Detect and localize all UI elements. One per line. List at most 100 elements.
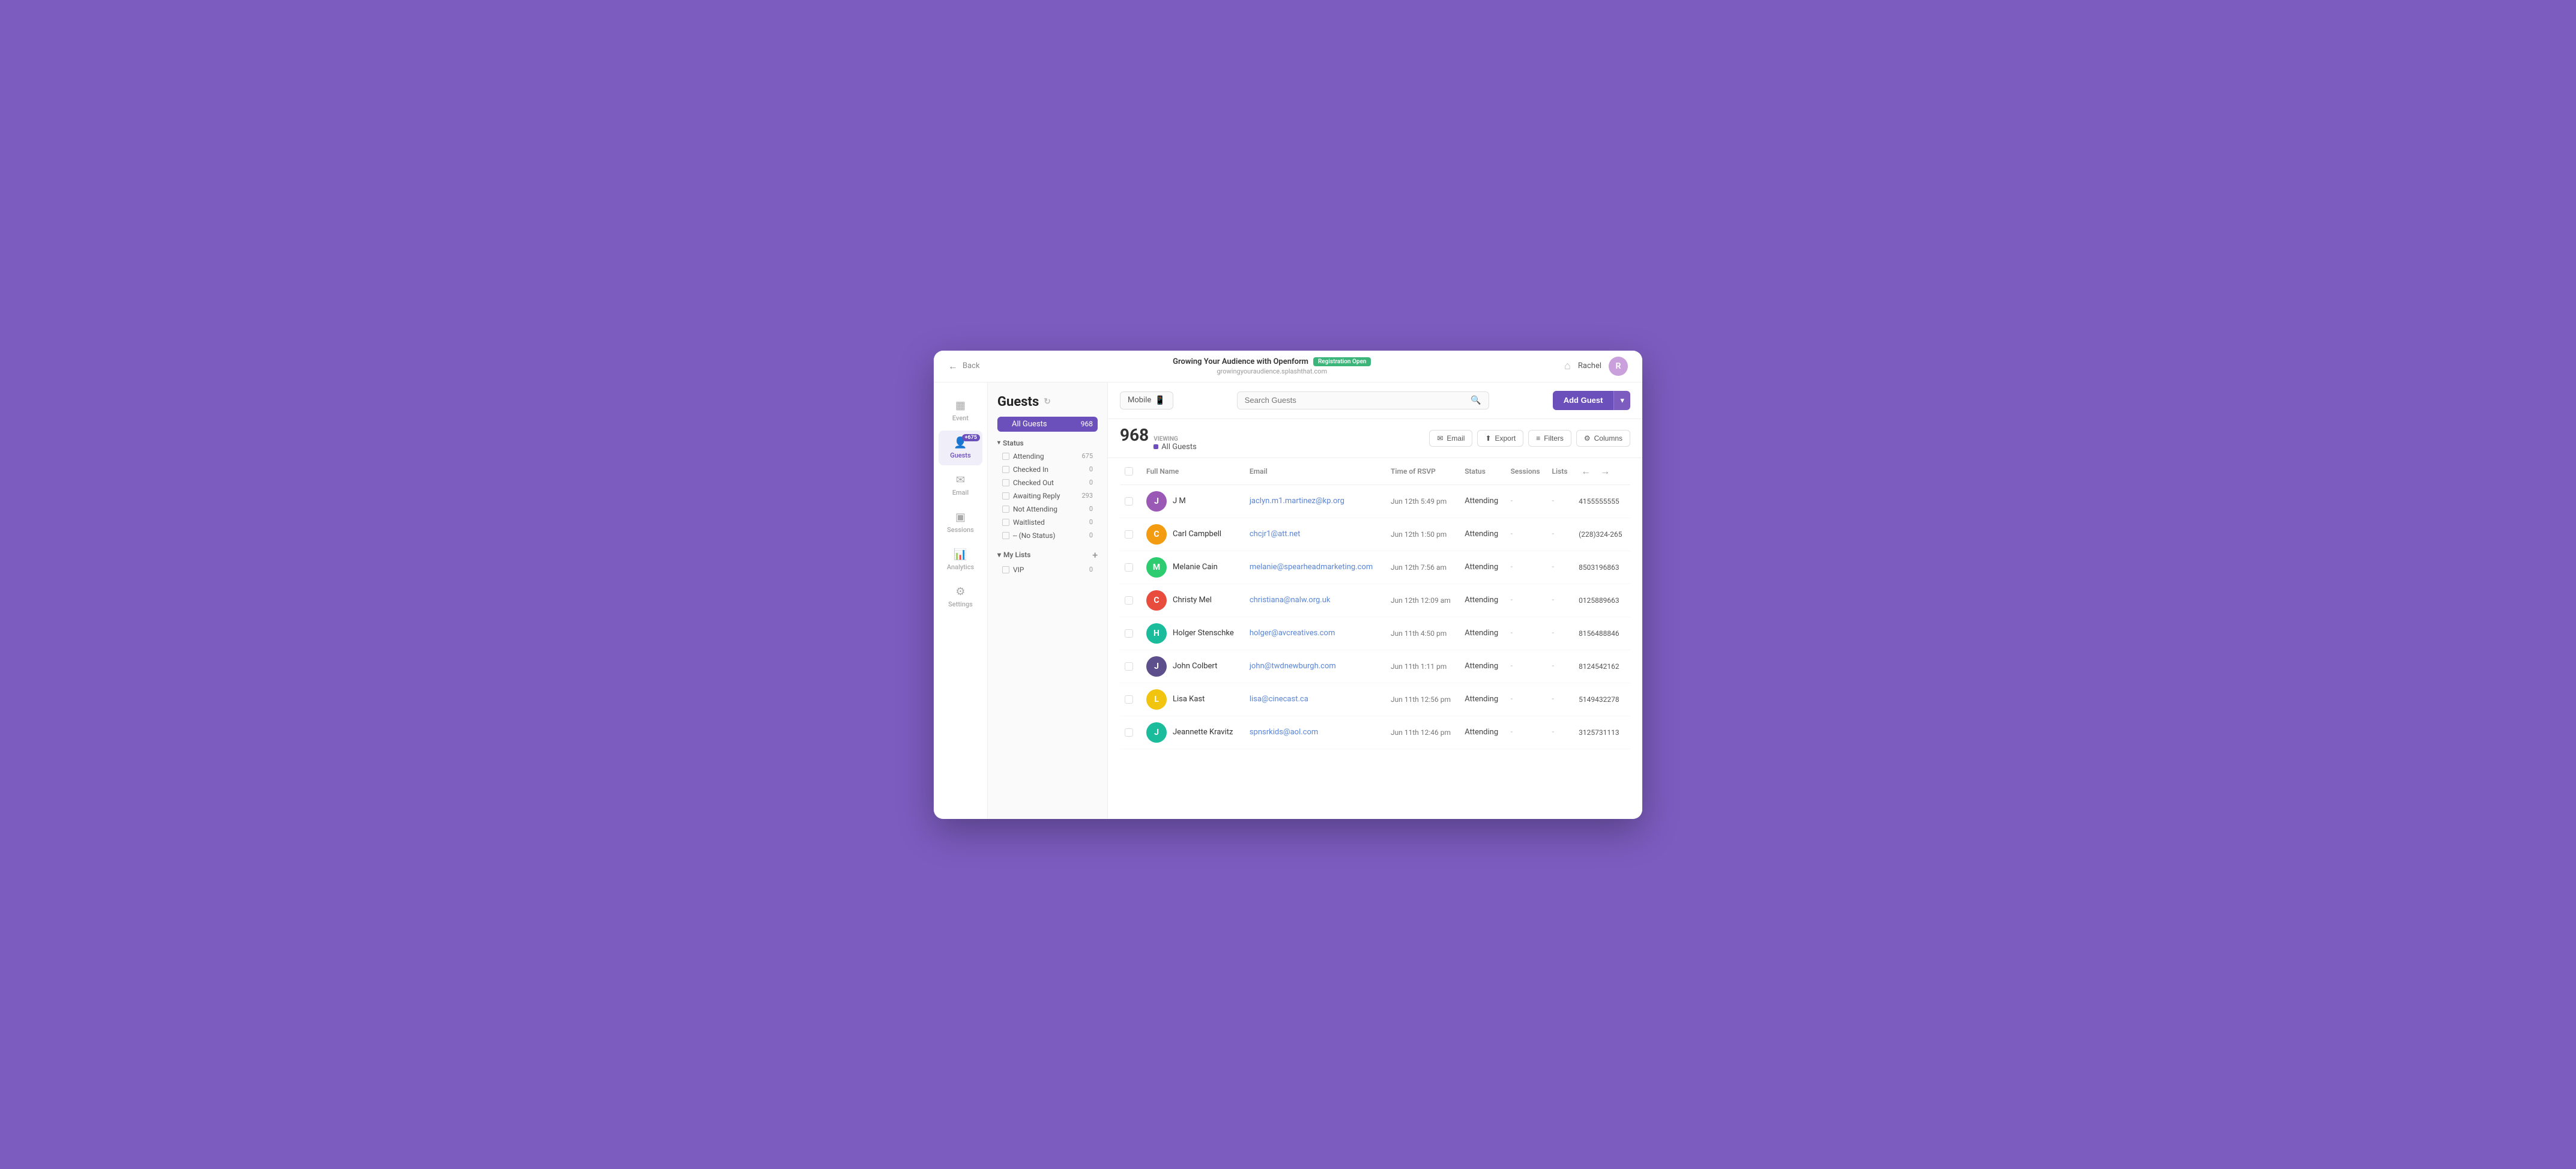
viewing-label: VIEWING	[1153, 436, 1197, 443]
sessions-icon: ▣	[955, 511, 966, 524]
status-checked-out[interactable]: Checked Out 0	[997, 476, 1098, 489]
add-guest-caret-button[interactable]: ▾	[1613, 391, 1630, 410]
row-checkbox-6[interactable]	[1125, 695, 1133, 704]
user-avatar[interactable]: R	[1609, 357, 1628, 376]
col-fullname: Full Name	[1141, 458, 1245, 485]
guest-sessions-5: -	[1506, 650, 1547, 683]
sidebar-item-settings[interactable]: ⚙ Settings	[939, 579, 982, 614]
next-col-button[interactable]: →	[1598, 464, 1612, 479]
status-awaiting-reply[interactable]: Awaiting Reply 293	[997, 489, 1098, 503]
row-checkbox-0[interactable]	[1125, 497, 1133, 506]
my-lists-label: My Lists	[1003, 551, 1030, 559]
list-vip[interactable]: VIP 0	[997, 563, 1098, 576]
filter-panel-title: Guests ↻	[997, 394, 1098, 409]
guest-status-7: Attending	[1460, 716, 1505, 749]
vip-label: VIP	[1013, 566, 1024, 574]
email-action-button[interactable]: ✉ Email	[1429, 430, 1472, 447]
row-checkbox-2[interactable]	[1125, 563, 1133, 572]
export-label: Export	[1495, 434, 1516, 443]
guest-name-3: Christy Mel	[1173, 596, 1212, 605]
sidebar-item-email[interactable]: ✉ Email	[939, 468, 982, 503]
guest-rsvp-1: Jun 12th 1:50 pm	[1386, 518, 1460, 551]
status-not-attending[interactable]: Not Attending 0	[997, 503, 1098, 516]
status-section-header[interactable]: ▾ Status	[997, 439, 1098, 447]
filter-all-guests[interactable]: All Guests 968	[997, 417, 1098, 432]
viewing-value: All Guests	[1153, 443, 1197, 452]
guest-lists-2: -	[1547, 551, 1574, 584]
col-nav-arrows: ← →	[1579, 464, 1625, 479]
home-icon[interactable]: ⌂	[1564, 360, 1571, 372]
guest-name-2: Melanie Cain	[1173, 563, 1218, 572]
filters-button[interactable]: ≡ Filters	[1528, 430, 1571, 447]
prev-col-button[interactable]: ←	[1579, 464, 1593, 479]
guest-status-5: Attending	[1460, 650, 1505, 683]
guest-lists-0: -	[1547, 485, 1574, 518]
row-checkbox-3[interactable]	[1125, 596, 1133, 605]
not-attending-checkbox[interactable]	[1002, 506, 1009, 513]
mobile-toggle-button[interactable]: Mobile 📱	[1120, 391, 1173, 409]
col-lists: Lists	[1547, 458, 1574, 485]
guest-email-5: john@twdnewburgh.com	[1245, 650, 1386, 683]
sidebar-label-event: Event	[952, 414, 969, 422]
select-all-checkbox[interactable]	[1125, 467, 1133, 476]
status-attending[interactable]: Attending 675	[997, 450, 1098, 463]
guest-sessions-2: -	[1506, 551, 1547, 584]
checked-in-label: Checked In	[1013, 465, 1048, 474]
row-checkbox-4[interactable]	[1125, 629, 1133, 638]
toolbar-actions: ✉ Email ⬆ Export ≡ Filters ⚙ Columns	[1429, 430, 1630, 447]
sidebar-label-settings: Settings	[948, 600, 973, 608]
row-checkbox-1[interactable]	[1125, 530, 1133, 539]
row-checkbox-7[interactable]	[1125, 728, 1133, 737]
add-list-button[interactable]: +	[1092, 549, 1098, 561]
guest-avatar-7: J	[1146, 722, 1167, 743]
waitlisted-checkbox[interactable]	[1002, 519, 1009, 526]
guest-name-5: John Colbert	[1173, 662, 1217, 671]
add-guest-group: Add Guest ▾	[1553, 391, 1630, 410]
my-lists-header[interactable]: ▾ My Lists	[997, 551, 1030, 559]
guest-name-7: Jeannette Kravitz	[1173, 728, 1233, 737]
guests-badge: +675	[962, 434, 980, 441]
guest-sessions-7: -	[1506, 716, 1547, 749]
status-checked-in[interactable]: Checked In 0	[997, 463, 1098, 476]
guest-phone-0: 4155555555	[1574, 485, 1630, 518]
sidebar-item-analytics[interactable]: 📊 Analytics	[939, 542, 982, 577]
event-url: growingyouraudience.splashthat.com	[1173, 367, 1371, 375]
row-checkbox-5[interactable]	[1125, 662, 1133, 671]
status-no-status[interactable]: -- (No Status) 0	[997, 529, 1098, 542]
mobile-toggle-label: Mobile	[1128, 396, 1151, 405]
search-input[interactable]	[1245, 396, 1471, 405]
refresh-icon[interactable]: ↻	[1044, 397, 1051, 406]
sidebar-item-event[interactable]: ▦ Event	[939, 393, 982, 428]
sidebar-item-sessions[interactable]: ▣ Sessions	[939, 505, 982, 540]
mobile-icon: 📱	[1155, 396, 1165, 405]
status-waitlisted[interactable]: Waitlisted 0	[997, 516, 1098, 529]
vip-count: 0	[1089, 566, 1093, 573]
export-button[interactable]: ⬆ Export	[1477, 430, 1523, 447]
guest-lists-1: -	[1547, 518, 1574, 551]
guest-sessions-1: -	[1506, 518, 1547, 551]
no-status-checkbox[interactable]	[1002, 532, 1009, 539]
guest-status-4: Attending	[1460, 617, 1505, 650]
sidebar-label-analytics: Analytics	[947, 563, 974, 571]
back-button[interactable]: ← Back	[948, 360, 980, 372]
guest-sessions-6: -	[1506, 683, 1547, 716]
attending-checkbox[interactable]	[1002, 453, 1009, 460]
waitlisted-label: Waitlisted	[1013, 518, 1045, 527]
guest-email-7: spnsrkids@aol.com	[1245, 716, 1386, 749]
vip-checkbox[interactable]	[1002, 566, 1009, 573]
checked-out-checkbox[interactable]	[1002, 479, 1009, 486]
columns-label: Columns	[1594, 434, 1622, 443]
search-box[interactable]: 🔍	[1237, 391, 1489, 409]
checked-in-checkbox[interactable]	[1002, 466, 1009, 473]
table-row: C Carl Campbell chcjr1@att.net Jun 12th …	[1120, 518, 1630, 551]
columns-button[interactable]: ⚙ Columns	[1576, 430, 1630, 447]
email-action-label: Email	[1447, 434, 1465, 443]
sidebar-item-guests[interactable]: 👤 Guests +675	[939, 430, 982, 465]
event-title-row: Growing Your Audience with Openform Regi…	[1173, 357, 1371, 366]
guest-avatar-1: C	[1146, 524, 1167, 545]
awaiting-reply-checkbox[interactable]	[1002, 492, 1009, 500]
email-action-icon: ✉	[1437, 434, 1443, 443]
add-guest-button[interactable]: Add Guest	[1553, 391, 1614, 410]
guest-avatar-3: C	[1146, 590, 1167, 611]
sidebar-label-email: Email	[952, 489, 969, 497]
